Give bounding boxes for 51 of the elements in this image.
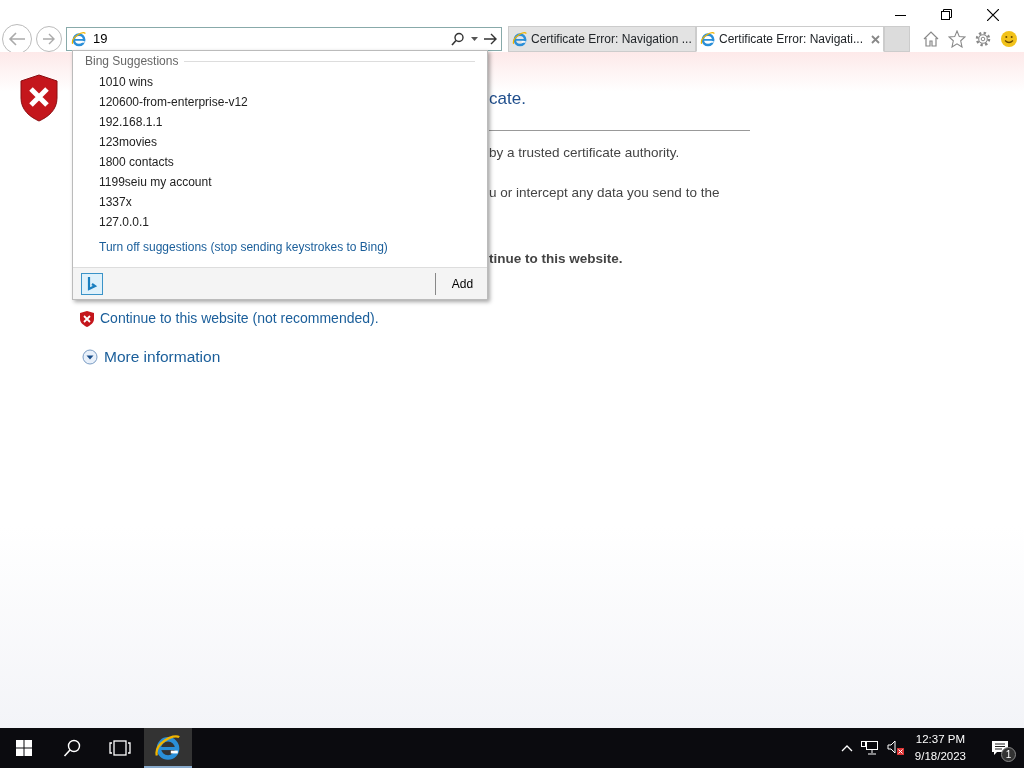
task-view-icon bbox=[109, 740, 131, 756]
settings-icon[interactable] bbox=[974, 30, 992, 48]
forward-arrow-icon bbox=[41, 32, 57, 46]
caret-icon[interactable] bbox=[471, 36, 478, 42]
browser-logo-icon bbox=[512, 31, 528, 47]
suggestion-item[interactable]: 192.168.1.1 bbox=[73, 112, 487, 132]
suggestion-item[interactable]: 1199seiu my account bbox=[73, 172, 487, 192]
favorites-star-icon[interactable] bbox=[948, 30, 966, 48]
body-text: u or intercept any data you send to the bbox=[489, 183, 720, 202]
close-icon bbox=[987, 9, 999, 21]
page-heading: cate. bbox=[489, 88, 527, 110]
add-button[interactable]: Add bbox=[435, 272, 479, 295]
browser-logo-icon bbox=[154, 733, 182, 761]
suggestion-item[interactable]: 123movies bbox=[73, 132, 487, 152]
search-icon bbox=[63, 739, 81, 757]
home-icon[interactable] bbox=[922, 30, 940, 48]
close-tab-icon[interactable] bbox=[871, 34, 880, 44]
error-shield-icon bbox=[80, 310, 94, 327]
browser-tab[interactable]: Certificate Error: Navigati... bbox=[696, 26, 884, 52]
address-bar[interactable]: 19 bbox=[66, 27, 502, 51]
body-text: tinue to this website. bbox=[489, 250, 623, 268]
continue-link[interactable]: Continue to this website (not recommended). bbox=[80, 308, 379, 329]
expand-icon bbox=[82, 348, 98, 365]
back-arrow-icon bbox=[7, 31, 27, 47]
network-icon[interactable] bbox=[860, 740, 879, 756]
search-provider-icon[interactable] bbox=[81, 272, 103, 295]
go-arrow-icon[interactable] bbox=[484, 33, 497, 45]
windows-logo-icon bbox=[16, 740, 32, 756]
browser-tab[interactable]: Certificate Error: Navigation ... bbox=[508, 26, 696, 52]
dropdown-heading: Bing Suggestions bbox=[85, 53, 179, 70]
taskbar-browser-button[interactable] bbox=[144, 728, 192, 768]
muted-speaker-icon[interactable] bbox=[886, 740, 905, 756]
suggestion-item[interactable]: 120600-from-enterprise-v12 bbox=[73, 92, 487, 112]
restore-icon bbox=[941, 9, 953, 21]
browser-logo-icon bbox=[71, 31, 87, 47]
chevron-up-icon[interactable] bbox=[840, 744, 853, 752]
turn-off-suggestions-link[interactable]: Turn off suggestions (stop sending keystrokes to Bing) bbox=[99, 240, 388, 254]
notifications-button[interactable]: 1 bbox=[976, 728, 1024, 768]
suggestion-item[interactable]: 127.0.0.1 bbox=[73, 212, 487, 232]
clock-date[interactable]: 9/18/2023 bbox=[914, 748, 966, 765]
clock-time[interactable]: 12:37 PM bbox=[914, 731, 966, 748]
more-information-link[interactable]: More information bbox=[82, 345, 379, 369]
notification-count: 1 bbox=[1001, 747, 1016, 762]
suggestion-item[interactable]: 1010 wins bbox=[73, 72, 487, 92]
error-shield-icon bbox=[20, 74, 58, 122]
suggestion-item[interactable]: 1337x bbox=[73, 192, 487, 212]
smiley-icon[interactable] bbox=[1000, 30, 1018, 48]
search-icon[interactable] bbox=[451, 32, 465, 46]
browser-logo-icon bbox=[700, 31, 716, 47]
body-text: by a trusted certificate authority. bbox=[489, 143, 680, 162]
suggestion-item[interactable]: 1800 contacts bbox=[73, 152, 487, 172]
